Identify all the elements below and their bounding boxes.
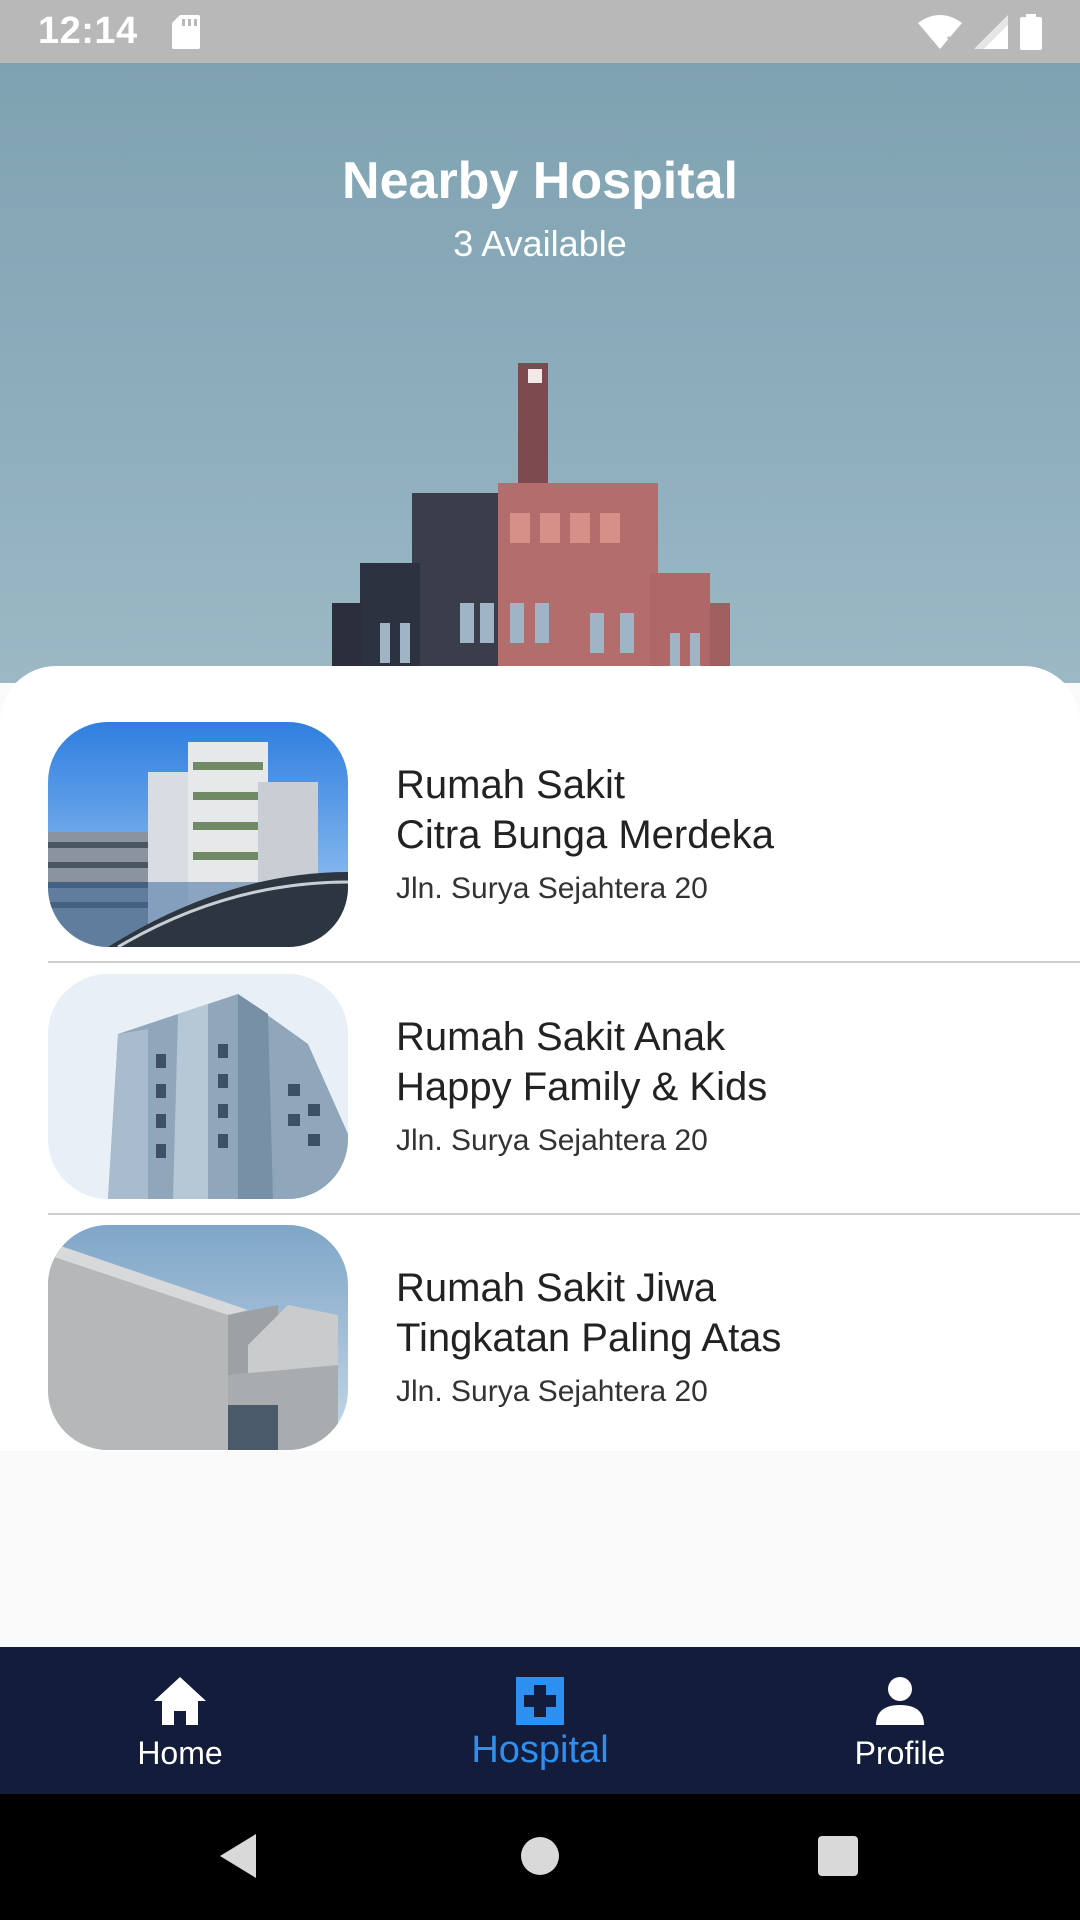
nav-item-profile[interactable]: Profile (720, 1647, 1080, 1794)
hospital-list-item[interactable]: Rumah Sakit Jiwa Tingkatan Paling Atas J… (48, 1225, 1080, 1450)
hospital-name-line2: Happy Family & Kids (396, 1065, 768, 1109)
hospital-thumbnail (48, 1225, 348, 1450)
nav-item-hospital[interactable]: Hospital (360, 1647, 720, 1794)
hospital-list-item[interactable]: Rumah Sakit Anak Happy Family & Kids Jln… (48, 974, 1080, 1199)
status-right (918, 13, 1042, 50)
bottom-navigation: Home Hospital Profile (0, 1647, 1080, 1794)
hospital-address: Jln. Surya Sejahtera 20 (396, 1375, 708, 1408)
signal-icon (974, 14, 1008, 49)
hospital-name-line1: Rumah Sakit Anak (396, 1015, 726, 1059)
nav-item-home[interactable]: Home (0, 1647, 360, 1794)
home-icon (154, 1677, 206, 1725)
home-circle-icon[interactable] (520, 1832, 560, 1880)
status-left: 12:14 (38, 10, 200, 53)
available-count: 3 Available (453, 223, 627, 264)
hospital-name: Rumah Sakit Jiwa Tingkatan Paling Atas (396, 1263, 996, 1363)
status-bar: 12:14 (0, 0, 1080, 63)
hospital-name: Rumah Sakit Citra Bunga Merdeka (396, 760, 996, 860)
nav-label-hospital: Hospital (471, 1729, 609, 1771)
hospital-name-line2: Citra Bunga Merdeka (396, 813, 774, 857)
hospital-name-line1: Rumah Sakit (396, 763, 625, 807)
nav-label-home: Home (137, 1735, 223, 1771)
hospital-name-line2: Tingkatan Paling Atas (396, 1316, 782, 1360)
hospital-address: Jln. Surya Sejahtera 20 (396, 1124, 708, 1157)
status-time: 12:14 (38, 10, 138, 52)
hospital-thumbnail (48, 722, 348, 947)
hero-building-illustration (332, 363, 730, 683)
divider (48, 961, 1080, 963)
wifi-icon (918, 14, 962, 49)
hospital-thumbnail (48, 974, 348, 1199)
page-title: Nearby Hospital (342, 152, 738, 210)
hospital-address: Jln. Surya Sejahtera 20 (396, 872, 708, 905)
hero-banner: Nearby Hospital 3 Available (0, 63, 1080, 683)
hospital-name: Rumah Sakit Anak Happy Family & Kids (396, 1012, 996, 1112)
system-navigation-bar (0, 1794, 1080, 1920)
nav-label-profile: Profile (854, 1735, 946, 1771)
battery-icon (1020, 13, 1042, 50)
person-icon (876, 1677, 924, 1725)
divider (48, 1213, 1080, 1215)
recents-icon[interactable] (816, 1832, 860, 1880)
hospital-name-line1: Rumah Sakit Jiwa (396, 1266, 717, 1310)
back-icon[interactable] (216, 1832, 260, 1880)
sd-card-icon (171, 14, 200, 49)
hospital-list-item[interactable]: Rumah Sakit Citra Bunga Merdeka Jln. Sur… (48, 722, 1080, 947)
hospital-icon (516, 1677, 564, 1725)
